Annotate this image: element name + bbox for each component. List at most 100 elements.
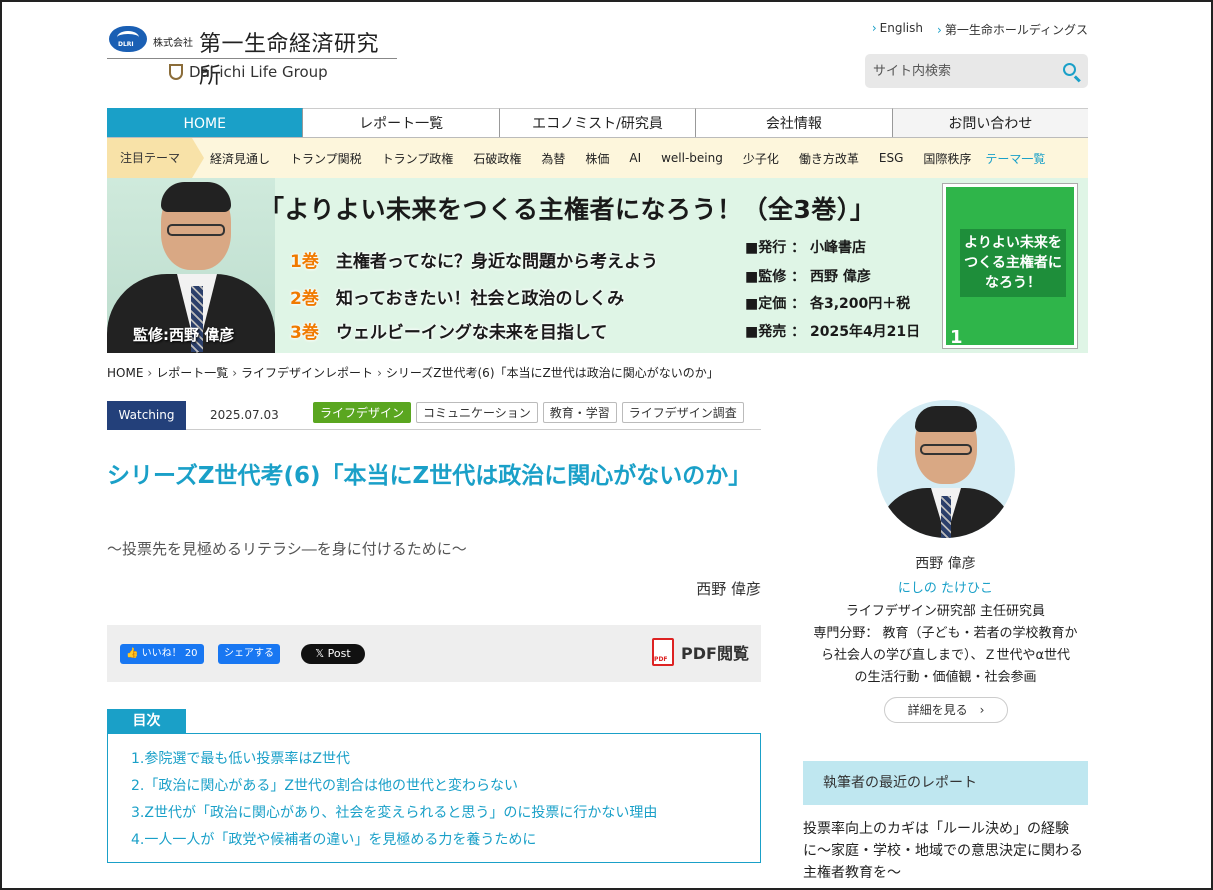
toc-item[interactable]: 1.参院選で最も低い投票率はZ世代	[131, 746, 760, 773]
facebook-like-button[interactable]: 👍 いいね！ 20	[120, 644, 204, 664]
banner-info: ■発売 ： 2025年4月21日	[745, 324, 921, 340]
nav-reports[interactable]: レポート一覧	[303, 108, 500, 137]
nav-contact[interactable]: お問い合わせ	[892, 108, 1089, 137]
thumbs-up-icon: 👍	[126, 648, 139, 659]
theme-item[interactable]: トランプ政権	[382, 150, 454, 167]
avatar-glasses	[920, 444, 972, 455]
group-shield-icon	[169, 64, 183, 80]
breadcrumb-reports[interactable]: レポート一覧	[156, 366, 228, 380]
tag-survey[interactable]: ライフデザイン調査	[621, 402, 744, 423]
breadcrumb-lifedesign[interactable]: ライフデザインレポート	[241, 366, 373, 380]
author-kana: にしの たけひこ	[897, 581, 994, 596]
specialty-line: 専門分野： 教育（子ども・若者の学校教育か	[813, 626, 1078, 641]
book-cover: よりよい未来をつくる主権者になろう！ 1	[943, 184, 1077, 348]
nav-economists[interactable]: エコノミスト/研究員	[499, 108, 697, 137]
tag-education[interactable]: 教育・学習	[542, 402, 617, 423]
theme-item[interactable]: ESG	[879, 151, 904, 165]
pdf-view-button[interactable]: PDF閲覧	[652, 638, 749, 666]
photo-glasses	[167, 224, 225, 236]
article-meta: Watching 2025.07.03 ライフデザイン コミュニケーション 教育…	[107, 401, 761, 430]
theme-item[interactable]: トランプ関税	[290, 150, 362, 167]
link-holdings[interactable]: › 第一生命ホールディングス	[937, 21, 1088, 38]
share-bar: 👍 いいね！ 20 シェアする 𝕏 Post PDF閲覧	[107, 625, 761, 682]
tag-lifedesign[interactable]: ライフデザイン	[313, 402, 412, 423]
theme-item[interactable]: 国際秩序	[923, 150, 971, 167]
toc-label: 目次	[107, 709, 186, 734]
book-banner[interactable]: 監修:西野 偉彦 「よりよい未来をつくる主権者になろう！（全3巻）」 1巻 主権…	[107, 178, 1088, 353]
table-of-contents: 1.参院選で最も低い投票率はZ世代 2.「政治に関心がある」Z世代の割合は他の世…	[107, 733, 761, 863]
logo-divider	[107, 58, 397, 59]
author-avatar[interactable]	[877, 400, 1015, 538]
photo-hair	[161, 182, 231, 212]
chevron-right-icon: ›	[979, 703, 985, 717]
recent-report-link[interactable]: 投票率向上のカギは「ルール決め」の経験に〜家庭・学校・地域での意思決定に関わる主…	[803, 818, 1088, 884]
nav-company[interactable]: 会社情報	[696, 108, 893, 137]
banner-volume: 1巻 主権者ってなに？身近な問題から考えよう	[290, 252, 658, 272]
specialty-line: ら社会人の学び直しまで）、Ｚ世代やα世代	[820, 648, 1071, 663]
theme-item[interactable]: 少子化	[743, 150, 779, 167]
banner-volume: 2巻 知っておきたい！社会と政治のしくみ	[290, 289, 625, 309]
recent-reports-heading: 執筆者の最近のレポート	[803, 761, 1088, 805]
link-english[interactable]: › English	[872, 21, 923, 38]
theme-list-link[interactable]: テーマ一覧	[985, 150, 1045, 167]
chevron-right-icon: ›	[871, 21, 877, 35]
avatar-hair	[915, 406, 977, 432]
x-logo-icon: 𝕏	[315, 647, 325, 660]
dlri-logo-icon: DLRI	[109, 26, 147, 52]
logo-group-name: Dai-ichi Life Group	[189, 63, 328, 81]
theme-item[interactable]: 株価	[585, 150, 609, 167]
photo-caption: 監修:西野 偉彦	[133, 326, 235, 344]
book-cover-title: よりよい未来をつくる主権者になろう！	[960, 229, 1066, 297]
theme-bar: 注目テーマ 経済見通し トランプ関税 トランプ政権 石破政権 為替 株価 AI …	[107, 138, 1088, 178]
supervisor-photo: 監修:西野 偉彦	[107, 178, 275, 353]
theme-item[interactable]: 為替	[541, 150, 565, 167]
author-name: 西野 偉彦	[915, 556, 976, 572]
breadcrumb: HOME › レポート一覧 › ライフデザインレポート › シリーズZ世代考(6)「本当にZ…	[107, 364, 719, 381]
article-author[interactable]: 西野 偉彦	[696, 578, 761, 599]
avatar-tie	[941, 496, 951, 538]
theme-label: 注目テーマ	[107, 138, 205, 178]
theme-item[interactable]: AI	[629, 151, 641, 165]
chevron-right-icon: ›	[232, 366, 238, 380]
pdf-icon	[652, 638, 675, 666]
search-icon[interactable]	[1063, 63, 1076, 76]
theme-item[interactable]: 働き方改革	[799, 150, 859, 167]
book-cover-number: 1	[950, 327, 963, 348]
nav-home[interactable]: HOME	[107, 108, 304, 137]
main-nav: HOME レポート一覧 エコノミスト/研究員 会社情報 お問い合わせ	[107, 108, 1089, 138]
pdf-label: PDF閲覧	[681, 644, 749, 663]
tag-communication[interactable]: コミュニケーション	[416, 402, 538, 423]
theme-item[interactable]: 経済見通し	[210, 150, 270, 167]
author-position: ライフデザイン研究部 主任研究員	[845, 604, 1046, 619]
toc-item[interactable]: 4.一人一人が「政党や候補者の違い」を見極める力を養うために	[131, 827, 760, 854]
site-search	[865, 54, 1088, 88]
breadcrumb-home[interactable]: HOME	[107, 366, 143, 380]
specialty-line: の生活行動・価値観・社会参画	[854, 670, 1037, 685]
article-subtitle: 〜投票先を見極めるリテラシ―を身に付けるために〜	[107, 540, 467, 558]
category-badge: Watching	[107, 401, 186, 430]
banner-info: ■定価 ： 各3,200円＋税	[745, 296, 911, 312]
article-date: 2025.07.03	[210, 408, 279, 422]
article-title: シリーズZ世代考(6)「本当にZ世代は政治に関心がないのか」	[107, 463, 752, 489]
search-input[interactable]	[865, 54, 1045, 88]
banner-info: ■監修 ： 西野 偉彦	[745, 269, 871, 285]
chevron-right-icon: ›	[377, 366, 382, 380]
theme-item[interactable]: 石破政権	[473, 150, 521, 167]
chevron-right-icon: ›	[147, 366, 153, 380]
article-tags: ライフデザイン コミュニケーション 教育・学習 ライフデザイン調査	[313, 402, 744, 423]
facebook-share-button[interactable]: シェアする	[218, 644, 280, 664]
author-specialty: 専門分野： 教育（子ども・若者の学校教育か ら社会人の学び直しまで）、Ｚ世代やα…	[803, 623, 1088, 689]
theme-item[interactable]: well-being	[661, 151, 723, 165]
chevron-right-icon: ›	[937, 23, 942, 37]
banner-info: ■発行 ： 小峰書店	[745, 240, 866, 256]
top-links: › English › 第一生命ホールディングス	[872, 21, 1088, 38]
toc-item[interactable]: 2.「政治に関心がある」Z世代の割合は他の世代と変わらない	[131, 773, 760, 800]
author-detail-button[interactable]: 詳細を見る ›	[884, 697, 1008, 723]
banner-volume: 3巻 ウェルビーイングな未来を目指して	[290, 323, 608, 343]
x-post-button[interactable]: 𝕏 Post	[301, 644, 365, 664]
toc-item[interactable]: 3.Z世代が「政治に関心があり、社会を変えられると思う」のに投票に行かない理由	[131, 800, 760, 827]
breadcrumb-current: シリーズZ世代考(6)「本当にZ世代は政治に関心がないのか」	[385, 366, 719, 380]
banner-title: 「よりよい未来をつくる主権者になろう！（全3巻）」	[259, 195, 876, 224]
logo-company-type: 株式会社	[153, 38, 193, 49]
site-logo[interactable]: DLRI 株式会社 第一生命経済研究所 Dai-ichi Life Group	[107, 22, 397, 89]
